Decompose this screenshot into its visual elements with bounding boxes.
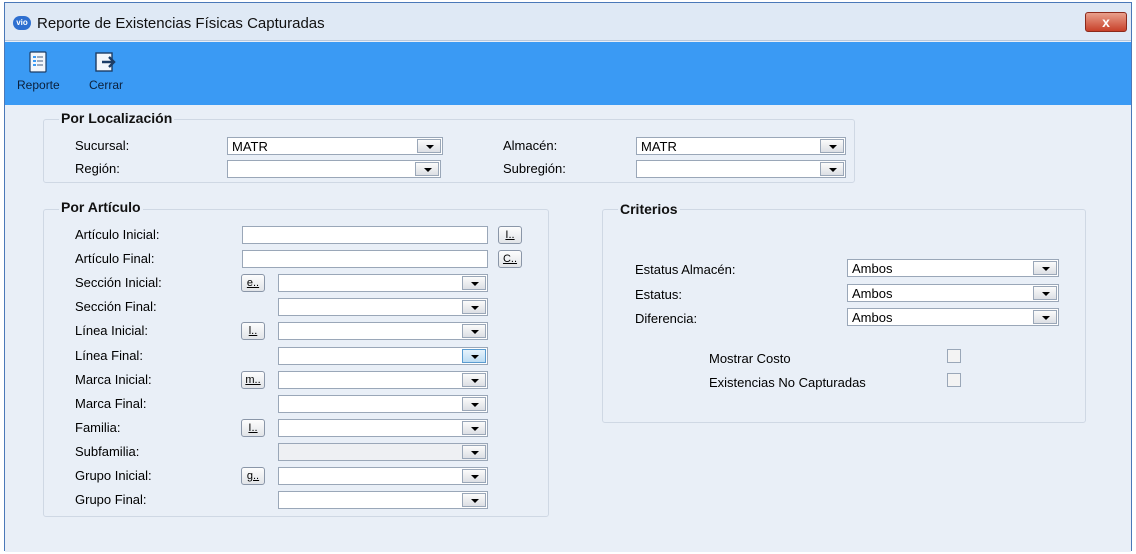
toolbar: Reporte Cerrar xyxy=(5,42,1131,105)
region-label: Región: xyxy=(75,161,120,176)
articulo-row-label: Familia: xyxy=(75,420,121,435)
report-window: vio Reporte de Existencias Físicas Captu… xyxy=(4,2,1132,552)
diferencia-label: Diferencia: xyxy=(635,311,698,326)
articulo-row-label: Artículo Final: xyxy=(75,251,155,266)
articulo-row-label: Sección Inicial: xyxy=(75,275,162,290)
reporte-label: Reporte xyxy=(17,78,60,92)
articulo-search-button[interactable]: I.. xyxy=(498,226,522,244)
mostrar-costo-checkbox[interactable] xyxy=(947,349,961,363)
articulo-search-button[interactable]: C.. xyxy=(498,250,522,268)
chevron-down-icon[interactable] xyxy=(462,276,486,290)
articulo-row-select[interactable] xyxy=(278,491,488,509)
no-capturadas-checkbox[interactable] xyxy=(947,373,961,387)
criterios-title: Criterios xyxy=(618,201,680,217)
articulo-row-label: Artículo Inicial: xyxy=(75,227,160,242)
articulo-row-select[interactable] xyxy=(278,419,488,437)
estatus-label: Estatus: xyxy=(635,287,682,302)
chevron-down-icon[interactable] xyxy=(820,162,844,176)
articulo-row-select[interactable] xyxy=(278,467,488,485)
region-select[interactable] xyxy=(227,160,441,178)
chevron-down-icon[interactable] xyxy=(415,162,439,176)
chevron-down-icon[interactable] xyxy=(820,139,844,153)
articulo-row-select[interactable] xyxy=(278,371,488,389)
lookup-button[interactable]: e.. xyxy=(241,274,265,292)
sucursal-label: Sucursal: xyxy=(75,138,130,153)
lookup-button[interactable]: m.. xyxy=(241,371,265,389)
articulo-row-select[interactable] xyxy=(278,395,488,413)
sucursal-select[interactable]: MATR xyxy=(227,137,443,155)
diferencia-select[interactable]: Ambos xyxy=(847,308,1059,326)
articulo-title: Por Artículo xyxy=(59,199,143,215)
articulo-final-input[interactable] xyxy=(242,250,488,268)
app-icon: vio xyxy=(13,16,31,30)
chevron-down-icon[interactable] xyxy=(1033,261,1057,275)
chevron-down-icon[interactable] xyxy=(462,493,486,507)
cerrar-button[interactable]: Cerrar xyxy=(89,50,123,92)
estatus-select[interactable]: Ambos xyxy=(847,284,1059,302)
chevron-down-icon[interactable] xyxy=(462,373,486,387)
articulo-row-select[interactable] xyxy=(278,322,488,340)
articulo-row-label: Grupo Inicial: xyxy=(75,468,152,483)
lookup-button[interactable]: I.. xyxy=(241,419,265,437)
chevron-down-icon[interactable] xyxy=(1033,310,1057,324)
sucursal-value: MATR xyxy=(232,139,268,154)
estatus-almacen-select[interactable]: Ambos xyxy=(847,259,1059,277)
report-icon xyxy=(29,51,47,73)
window-title: Reporte de Existencias Físicas Capturada… xyxy=(37,15,325,32)
articulo-row-select[interactable] xyxy=(278,274,488,292)
almacen-value: MATR xyxy=(641,139,677,154)
chevron-down-icon[interactable] xyxy=(462,421,486,435)
form-area: Por Localización Sucursal: MATR Región: … xyxy=(5,105,1131,552)
chevron-down-icon[interactable] xyxy=(462,300,486,314)
chevron-down-icon[interactable] xyxy=(462,349,486,363)
estatus-almacen-value: Ambos xyxy=(852,261,893,276)
chevron-down-icon[interactable] xyxy=(417,139,441,153)
localizacion-title: Por Localización xyxy=(59,110,175,126)
articulo-row-label: Grupo Final: xyxy=(75,492,147,507)
almacen-label: Almacén: xyxy=(503,138,558,153)
reporte-button[interactable]: Reporte xyxy=(17,50,60,92)
estatus-value: Ambos xyxy=(852,286,893,301)
articulo-row-label: Línea Final: xyxy=(75,348,143,363)
mostrar-costo-label: Mostrar Costo xyxy=(709,351,791,366)
articulo-row-label: Línea Inicial: xyxy=(75,323,148,338)
estatus-almacen-label: Estatus Almacén: xyxy=(635,262,736,277)
cerrar-label: Cerrar xyxy=(89,78,124,92)
articulo-row-label: Marca Final: xyxy=(75,396,147,411)
diferencia-value: Ambos xyxy=(852,310,893,325)
title-bar: vio Reporte de Existencias Físicas Captu… xyxy=(5,3,1131,41)
chevron-down-icon[interactable] xyxy=(462,397,486,411)
close-window-button[interactable]: x xyxy=(1085,12,1127,32)
articulo-row-select[interactable] xyxy=(278,347,488,365)
lookup-button[interactable]: l.. xyxy=(241,322,265,340)
articulo-row-label: Subfamilia: xyxy=(75,444,140,459)
chevron-down-icon[interactable] xyxy=(462,324,486,338)
articulo-row-select[interactable] xyxy=(278,298,488,316)
subregion-label: Subregión: xyxy=(503,161,566,176)
subregion-select[interactable] xyxy=(636,160,846,178)
no-capturadas-label: Existencias No Capturadas xyxy=(709,375,866,390)
articulo-row-label: Sección Final: xyxy=(75,299,157,314)
chevron-down-icon[interactable] xyxy=(462,445,486,459)
articulo-row-label: Marca Inicial: xyxy=(75,372,152,387)
chevron-down-icon[interactable] xyxy=(462,469,486,483)
chevron-down-icon[interactable] xyxy=(1033,286,1057,300)
lookup-button[interactable]: g.. xyxy=(241,467,265,485)
articulo-inicial-input[interactable] xyxy=(242,226,488,244)
exit-icon xyxy=(95,52,116,72)
almacen-select[interactable]: MATR xyxy=(636,137,846,155)
articulo-row-select[interactable] xyxy=(278,443,488,461)
